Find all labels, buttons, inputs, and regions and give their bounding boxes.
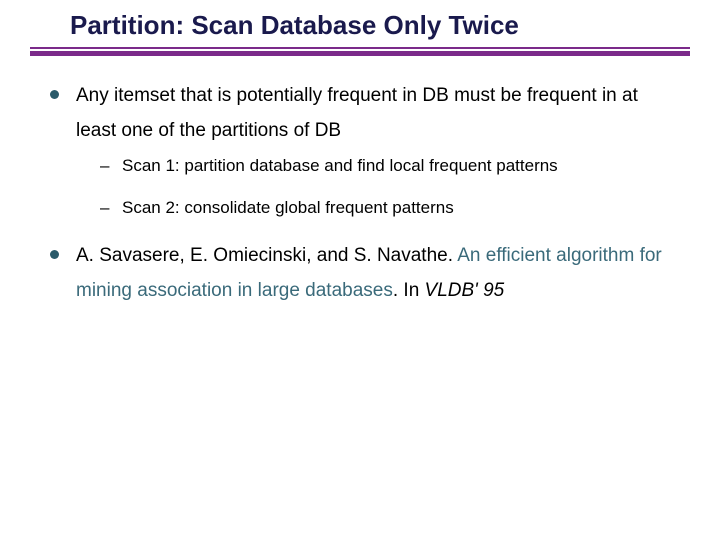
rule-thin bbox=[30, 47, 690, 49]
bullet-list: Any itemset that is potentially frequent… bbox=[46, 78, 680, 308]
list-item: A. Savasere, E. Omiecinski, and S. Navat… bbox=[46, 238, 680, 308]
title-underline bbox=[30, 47, 690, 56]
citation-authors: A. Savasere, E. Omiecinski, and S. Navat… bbox=[76, 245, 457, 266]
sub-bullet-text: Scan 2: consolidate global frequent patt… bbox=[122, 198, 454, 217]
bullet-text: Any itemset that is potentially frequent… bbox=[76, 85, 638, 141]
slide-title: Partition: Scan Database Only Twice bbox=[70, 10, 650, 41]
sub-list: Scan 1: partition database and find loca… bbox=[98, 154, 680, 220]
citation-venue: VLDB' 95 bbox=[425, 280, 505, 301]
content-area: Any itemset that is potentially frequent… bbox=[0, 56, 720, 308]
sub-list-item: Scan 1: partition database and find loca… bbox=[98, 154, 680, 178]
list-item: Any itemset that is potentially frequent… bbox=[46, 78, 680, 220]
citation-tail: . In bbox=[393, 280, 425, 301]
title-block: Partition: Scan Database Only Twice bbox=[0, 0, 650, 41]
sub-list-item: Scan 2: consolidate global frequent patt… bbox=[98, 196, 680, 220]
sub-bullet-text: Scan 1: partition database and find loca… bbox=[122, 156, 558, 175]
